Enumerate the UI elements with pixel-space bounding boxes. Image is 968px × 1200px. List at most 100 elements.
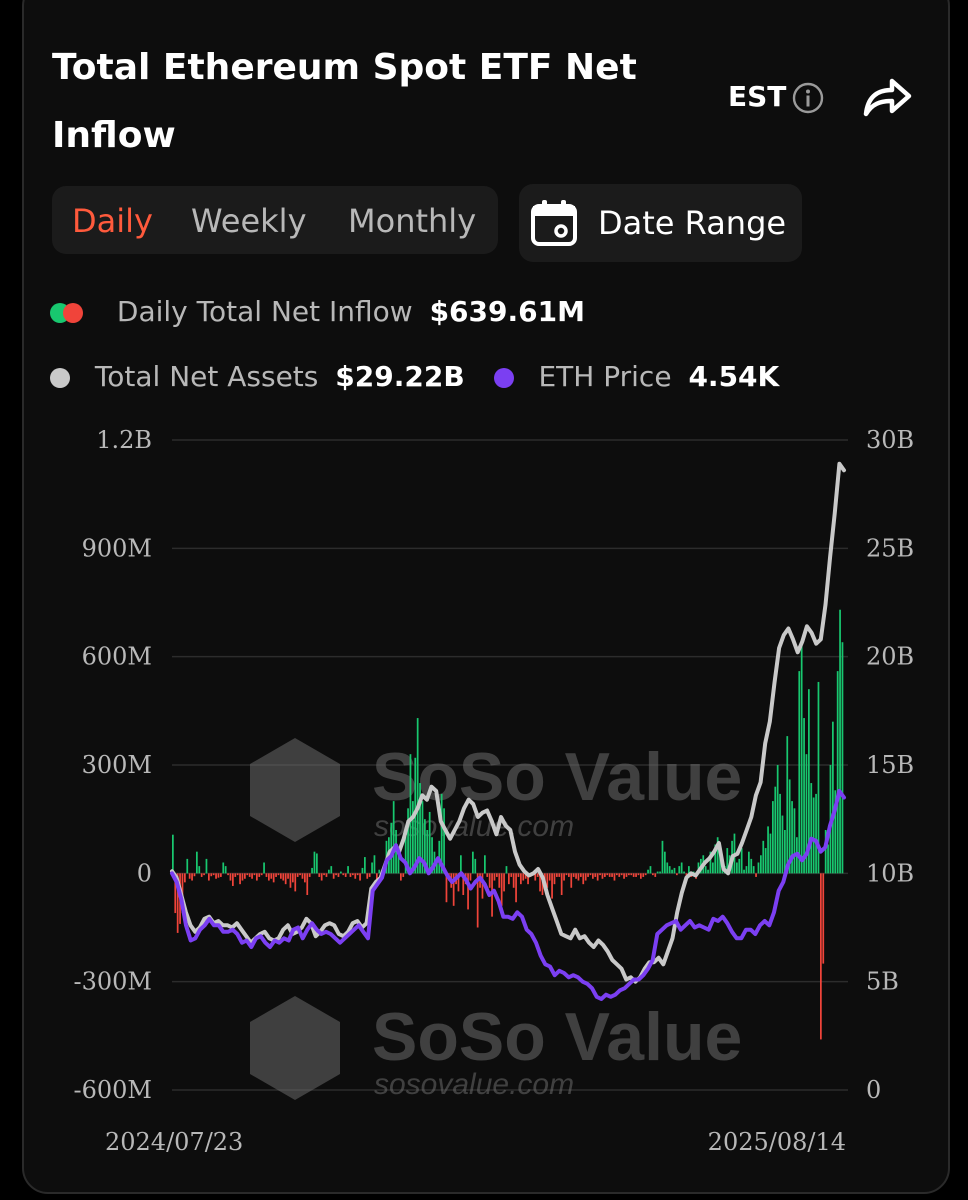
inflow-bar [618,873,621,877]
inflow-bar [371,862,373,874]
inflow-bar [654,873,657,877]
inflow-bar [522,873,525,881]
watermark-bottom: SoSo Value sosovalue.com [250,996,742,1101]
watermarks: SoSo Value sosovalue.com SoSo Value soso… [250,738,742,1101]
inflow-bar [270,873,273,879]
tab-monthly[interactable]: Monthly [348,202,476,240]
inflow-bar [272,873,275,883]
inflow-legend-value: $639.61M [429,295,585,328]
inflow-bar [366,873,369,879]
inflow-bar [484,855,486,874]
inflow-bar [258,873,261,877]
inflow-bar [301,873,304,879]
inflow-bar [740,848,743,874]
inflow-bar [277,873,280,876]
x-tick-start: 2024/07/23 [105,1128,243,1156]
inflow-bar [810,783,813,874]
inflow-bar [318,873,321,877]
inflow-bar [205,858,208,874]
info-icon[interactable] [792,82,824,114]
inflow-bar [632,873,635,877]
inflow-bar [659,871,661,874]
inflow-bar [227,873,229,876]
tab-daily[interactable]: Daily [72,202,153,240]
watermark-top: SoSo Value sosovalue.com [250,738,742,843]
inflow-bar [563,873,565,881]
inflow-bar [347,866,349,874]
inflow-bar [352,873,354,876]
inflow-bar [640,873,642,879]
inflow-bar [584,873,587,881]
inflow-bar [760,855,762,874]
inflow-chart[interactable]: 1.2B 900M 600M 300M 0 -300M -600M 30B 25B 20B 15B… [0,400,968,1190]
inflow-bar [323,873,325,876]
inflow-bar [236,873,239,876]
inflow-bar [215,873,217,879]
inflow-bar [592,873,594,879]
watermark-brand: SoSo Value [372,999,742,1075]
inflow-bar [208,873,210,881]
inflow-bar [373,855,376,874]
inflow-bar [772,801,774,874]
inflow-bar [186,858,189,874]
inflow-bar [664,851,666,874]
tab-weekly[interactable]: Weekly [191,202,307,240]
inflow-bar [493,873,496,881]
inflow-bar [520,873,522,885]
inflow-bar [474,858,477,874]
inflow-bar [560,873,563,895]
inflow-bar [822,873,825,964]
interval-tabs: Daily Weekly Monthly [52,186,498,254]
inflow-bar [601,873,604,879]
inflow-bar [325,873,328,877]
inflow-bar [296,873,299,877]
inflow-bar [812,797,815,874]
inflow-bar [652,873,654,876]
timezone-label[interactable]: EST [728,80,786,113]
inflow-bar [642,873,645,877]
legend-assets[interactable]: Total Net Assets $29.22B [50,360,474,393]
inflow-bar [294,873,297,892]
inflow-bar [340,871,342,874]
inflow-bar [798,671,801,874]
inflow-bar [220,873,222,877]
inflow-bar [253,873,256,876]
inflow-bar [193,873,196,877]
inflow-bar [556,873,558,877]
inflow-bar [827,844,829,874]
inflow-bar [320,873,323,881]
inflow-bar [680,862,683,874]
inflow-bar [503,873,505,892]
inflow-bar [232,873,234,886]
price-legend-icon [493,368,514,388]
inflow-bar [304,873,306,883]
inflow-bar [287,873,289,879]
inflow-bar [337,873,340,877]
inflow-bar [767,826,769,874]
inflow-bar [364,857,366,874]
inflow-bar [752,866,755,874]
legend-price[interactable]: ETH Price 4.54K [493,360,779,393]
inflow-bar [764,848,767,874]
x-axis: 2024/07/23 2025/08/14 [105,1128,846,1156]
inflow-bar [515,873,517,903]
inflow-bar [707,869,709,874]
legend-assets-price: Total Net Assets $29.22B ETH Price 4.54K [50,360,779,393]
watermark-brand: SoSo Value [372,739,742,815]
inflow-bar [570,873,573,888]
inflow-bar [743,869,745,874]
inflow-bar [316,853,318,874]
inflow-bar [280,873,282,879]
inflow-bar [548,873,551,881]
inflow-bar [368,873,371,877]
share-icon[interactable] [862,78,912,118]
legend-inflow[interactable]: Daily Total Net Inflow $639.61M [50,295,585,328]
inflow-bar [781,815,784,874]
inflow-bar [769,833,772,874]
inflow-bar [328,869,330,874]
inflow-bar [774,786,777,874]
price-legend-label: ETH Price [538,360,672,393]
inflow-bar [196,851,198,874]
inflow-bar [246,873,249,876]
date-range-button[interactable]: Date Range [519,184,802,262]
